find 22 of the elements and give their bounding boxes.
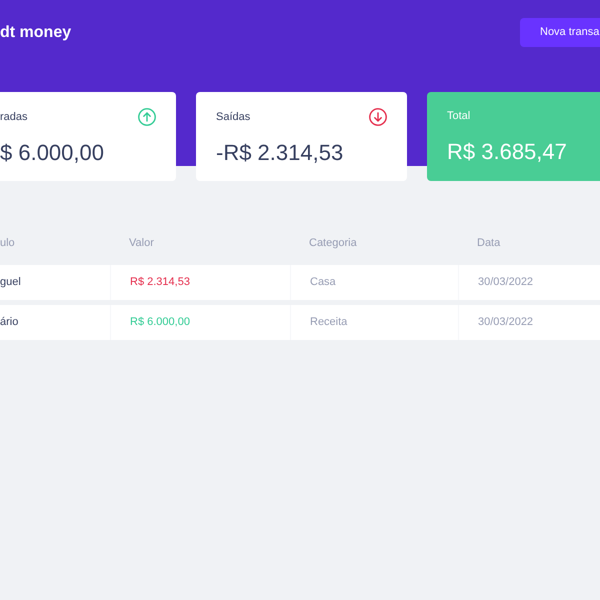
arrow-up-circle-icon: [138, 108, 156, 126]
table-cell: 30/03/2022: [458, 265, 600, 300]
column-header: Valor: [128, 236, 155, 251]
table-cell: ário: [0, 305, 110, 340]
table-cell: Receita: [290, 305, 458, 340]
table-cell: R$ 6.000,00: [110, 305, 290, 340]
table-cell: 30/03/2022: [458, 305, 600, 340]
column-header: ulo: [0, 236, 16, 251]
card-amount: R$ 3.685,47: [447, 139, 568, 165]
column-header: Categoria: [308, 236, 358, 251]
card-amount: $ 6.000,00: [0, 140, 105, 166]
card-amount: -R$ 2.314,53: [216, 140, 344, 166]
arrow-down-circle-icon: [369, 108, 387, 126]
table-cell: R$ 2.314,53: [110, 265, 290, 300]
table-cell: Casa: [290, 265, 458, 300]
column-header: Data: [476, 236, 502, 251]
table-cell: guel: [0, 265, 110, 300]
new-transaction-button[interactable]: Nova transa: [520, 18, 600, 47]
card-label: radas: [0, 110, 28, 124]
card-label: Saídas: [216, 110, 250, 124]
app-title: dt money: [0, 23, 72, 43]
card-label: Total: [447, 109, 470, 124]
